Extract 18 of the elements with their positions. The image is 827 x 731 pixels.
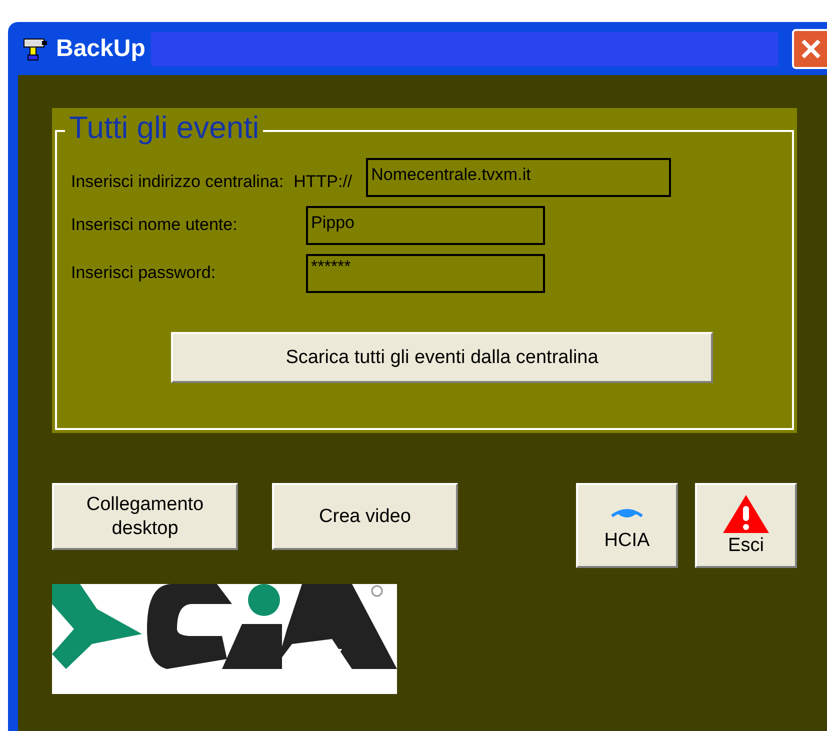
close-button[interactable] [792,28,827,68]
action-button[interactable]: Collegamento desktop [52,483,238,550]
close-icon [800,38,822,60]
action-button[interactable]: HCIA [576,483,678,568]
eye-icon [610,506,644,520]
field-label: Inserisci indirizzo centralina: [71,170,284,192]
download-button[interactable]: Scarica tutti gli eventi dalla centralina [171,332,713,383]
camera-icon [22,36,48,62]
exit-button[interactable]: Esci [695,483,797,568]
text-input[interactable]: ****** [306,254,545,293]
text-input[interactable]: Nomecentrale.tvxm.it [366,158,672,197]
text-input[interactable]: Pippo [306,206,545,245]
window-title: BackUp [56,34,146,64]
warning-icon [722,494,770,534]
field-label: Inserisci password: [71,262,217,284]
protocol-label: HTTP:// [294,170,352,192]
field-label: Inserisci nome utente: [71,214,238,236]
action-button[interactable]: Crea video [272,483,458,550]
